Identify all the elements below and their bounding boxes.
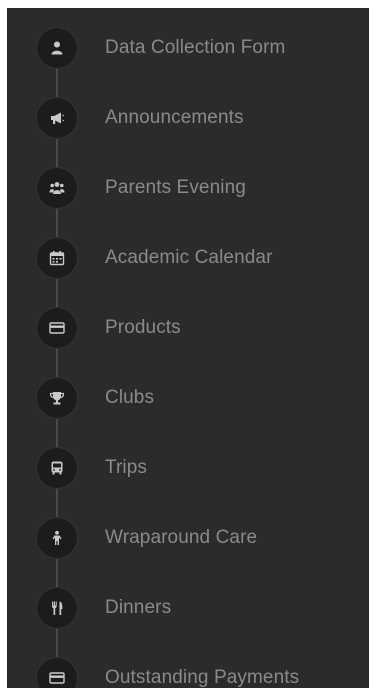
menu-item-data-collection-form[interactable]: Data Collection Form [7, 13, 369, 83]
menu-item-label: Dinners [105, 597, 172, 618]
menu-item-label: Clubs [105, 387, 155, 408]
megaphone-icon [36, 97, 78, 139]
bus-icon [36, 447, 78, 489]
credit-card-icon [36, 307, 78, 349]
menu-item-announcements[interactable]: Announcements [7, 83, 369, 153]
menu-item-products[interactable]: Products [7, 293, 369, 363]
menu-item-dinners[interactable]: Dinners [7, 573, 369, 643]
menu-item-label: Academic Calendar [105, 247, 273, 268]
menu-item-label: Products [105, 317, 181, 338]
cutlery-icon [36, 587, 78, 629]
user-icon [36, 27, 78, 69]
menu-item-trips[interactable]: Trips [7, 433, 369, 503]
menu-item-label: Announcements [105, 107, 244, 128]
menu-item-label: Outstanding Payments [105, 667, 300, 688]
users-icon [36, 167, 78, 209]
menu-item-clubs[interactable]: Clubs [7, 363, 369, 433]
menu-item-label: Trips [105, 457, 148, 478]
calendar-icon [36, 237, 78, 279]
trophy-icon [36, 377, 78, 419]
menu-item-wraparound-care[interactable]: Wraparound Care [7, 503, 369, 573]
menu-item-parents-evening[interactable]: Parents Evening [7, 153, 369, 223]
menu-item-label: Parents Evening [105, 177, 246, 198]
menu-item-academic-calendar[interactable]: Academic Calendar [7, 223, 369, 293]
child-icon [36, 517, 78, 559]
menu-item-label: Data Collection Form [105, 37, 286, 58]
sidebar-menu: Data Collection Form Announcements Paren… [7, 8, 369, 688]
menu-item-label: Wraparound Care [105, 527, 258, 548]
credit-card-icon [36, 657, 78, 688]
menu-item-outstanding-payments[interactable]: Outstanding Payments [7, 643, 369, 688]
